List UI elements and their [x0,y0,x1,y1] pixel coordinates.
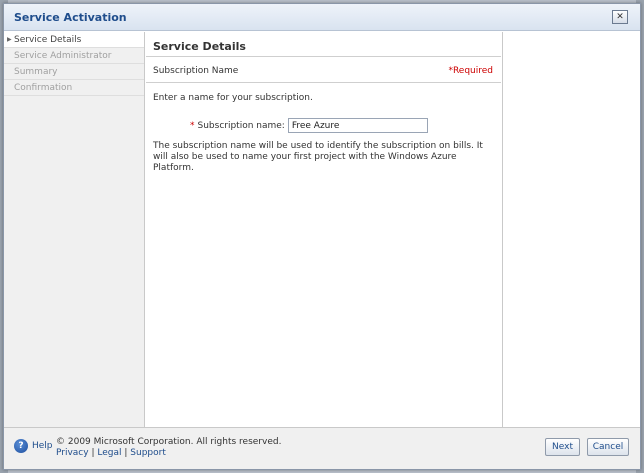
wizard-steps-nav: ▶ Service Details Service Administrator … [4,32,145,427]
right-pane [502,32,640,427]
nav-step-confirmation[interactable]: Confirmation [4,80,144,96]
arrow-right-icon: ▶ [7,36,12,43]
help-description: The subscription name will be used to id… [153,141,483,173]
next-button[interactable]: Next [545,438,580,456]
nav-step-label: Service Administrator [14,51,112,61]
copyright-text: © 2009 Microsoft Corporation. All rights… [56,437,282,447]
privacy-link[interactable]: Privacy [56,448,89,458]
nav-step-service-administrator[interactable]: Service Administrator [4,48,144,64]
required-note: *Required [448,66,493,76]
sub-header: Subscription Name [153,66,239,76]
nav-step-label: Service Details [14,35,82,45]
help-link[interactable]: ? Help [14,439,53,453]
dialog-titlebar: Service Activation ✕ [4,4,640,31]
section-title: Service Details [153,40,246,53]
close-button[interactable]: ✕ [612,10,628,24]
instruction-text: Enter a name for your subscription. [153,93,313,103]
legal-link[interactable]: Legal [97,448,121,458]
help-label: Help [32,441,53,451]
close-icon: ✕ [616,11,624,22]
dialog-title: Service Activation [14,11,127,24]
dialog-content: ▶ Service Details Service Administrator … [4,32,640,427]
support-link[interactable]: Support [130,448,166,458]
cancel-button[interactable]: Cancel [587,438,629,456]
subscription-name-row: * Subscription name: [190,118,428,133]
main-panel: Service Details Subscription Name *Requi… [146,32,501,427]
nav-step-label: Summary [14,67,58,77]
divider [146,82,501,83]
dialog-footer: ? Help © 2009 Microsoft Corporation. All… [4,427,640,469]
subscription-name-input[interactable] [287,118,428,133]
footer-links: Privacy | Legal | Support [56,448,166,458]
service-activation-dialog: Service Activation ✕ ▶ Service Details S… [3,3,641,470]
nav-step-label: Confirmation [14,83,73,93]
divider [146,56,501,57]
required-star: * [190,120,195,131]
subscription-name-label: Subscription name: [197,120,285,131]
nav-step-summary[interactable]: Summary [4,64,144,80]
nav-step-service-details[interactable]: ▶ Service Details [4,32,144,48]
help-icon: ? [14,439,28,453]
